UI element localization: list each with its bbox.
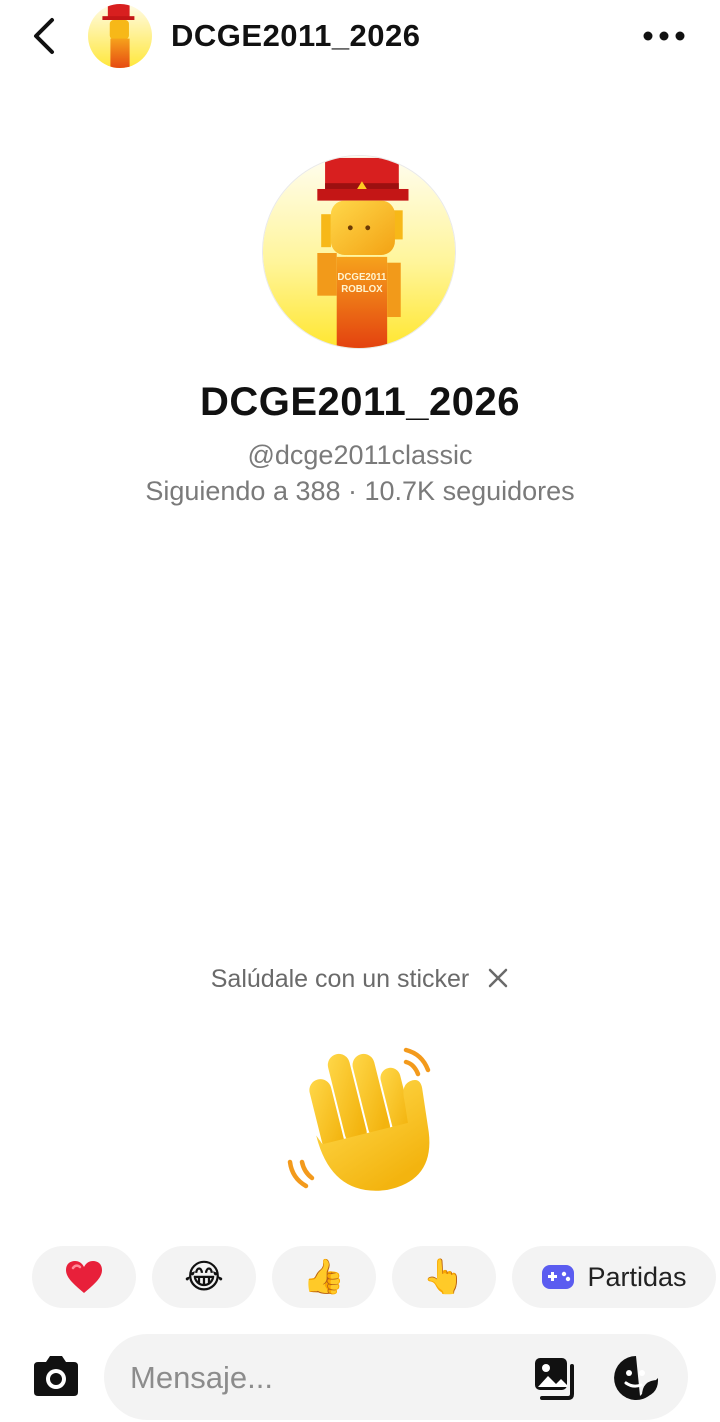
profile-stats: Siguiendo a 388 · 10.7K seguidores [145, 476, 575, 506]
waving-hand-icon[interactable] [282, 1036, 444, 1196]
message-composer [104, 1334, 688, 1422]
profile-handle: @dcge2011classic [247, 440, 473, 470]
tears-of-joy-icon: 😂 [184, 1258, 224, 1296]
heart-icon [66, 1261, 102, 1293]
chat-header: DCGE2011_2026 [0, 0, 720, 72]
avatar-badge-text: ROBLOX [341, 284, 383, 295]
sticker-icon[interactable] [612, 1354, 660, 1402]
quick-reply-partidas[interactable]: Partidas [512, 1246, 716, 1308]
partidas-label: Partidas [587, 1261, 687, 1292]
header-title[interactable]: DCGE2011_2026 [171, 18, 421, 54]
quick-reply-point[interactable]: 👆 [392, 1246, 496, 1308]
avatar-badge-text: DCGE2011 [337, 272, 387, 283]
camera-icon[interactable] [30, 1354, 82, 1398]
chevron-left-icon[interactable] [24, 14, 64, 58]
thumbs-up-icon: 👍 [302, 1258, 346, 1296]
quick-reply-thumbs-up[interactable]: 👍 [272, 1246, 376, 1308]
greeting-text: Salúdale con un sticker [210, 965, 470, 993]
close-icon[interactable] [487, 967, 509, 989]
gamepad-icon [542, 1265, 575, 1289]
quick-reply-heart[interactable] [32, 1246, 136, 1308]
profile-name: DCGE2011_2026 [199, 380, 521, 424]
profile-avatar[interactable]: DCGE2011 ROBLOX [262, 155, 456, 349]
message-input[interactable] [128, 1334, 512, 1422]
more-horizontal-icon[interactable] [636, 18, 692, 54]
pointing-finger-icon: 👆 [422, 1258, 466, 1296]
greeting-prompt: Salúdale con un sticker [0, 965, 720, 994]
header-avatar[interactable] [88, 4, 152, 68]
quick-reply-laugh[interactable]: 😂 [152, 1246, 256, 1308]
gallery-icon[interactable] [532, 1354, 580, 1402]
